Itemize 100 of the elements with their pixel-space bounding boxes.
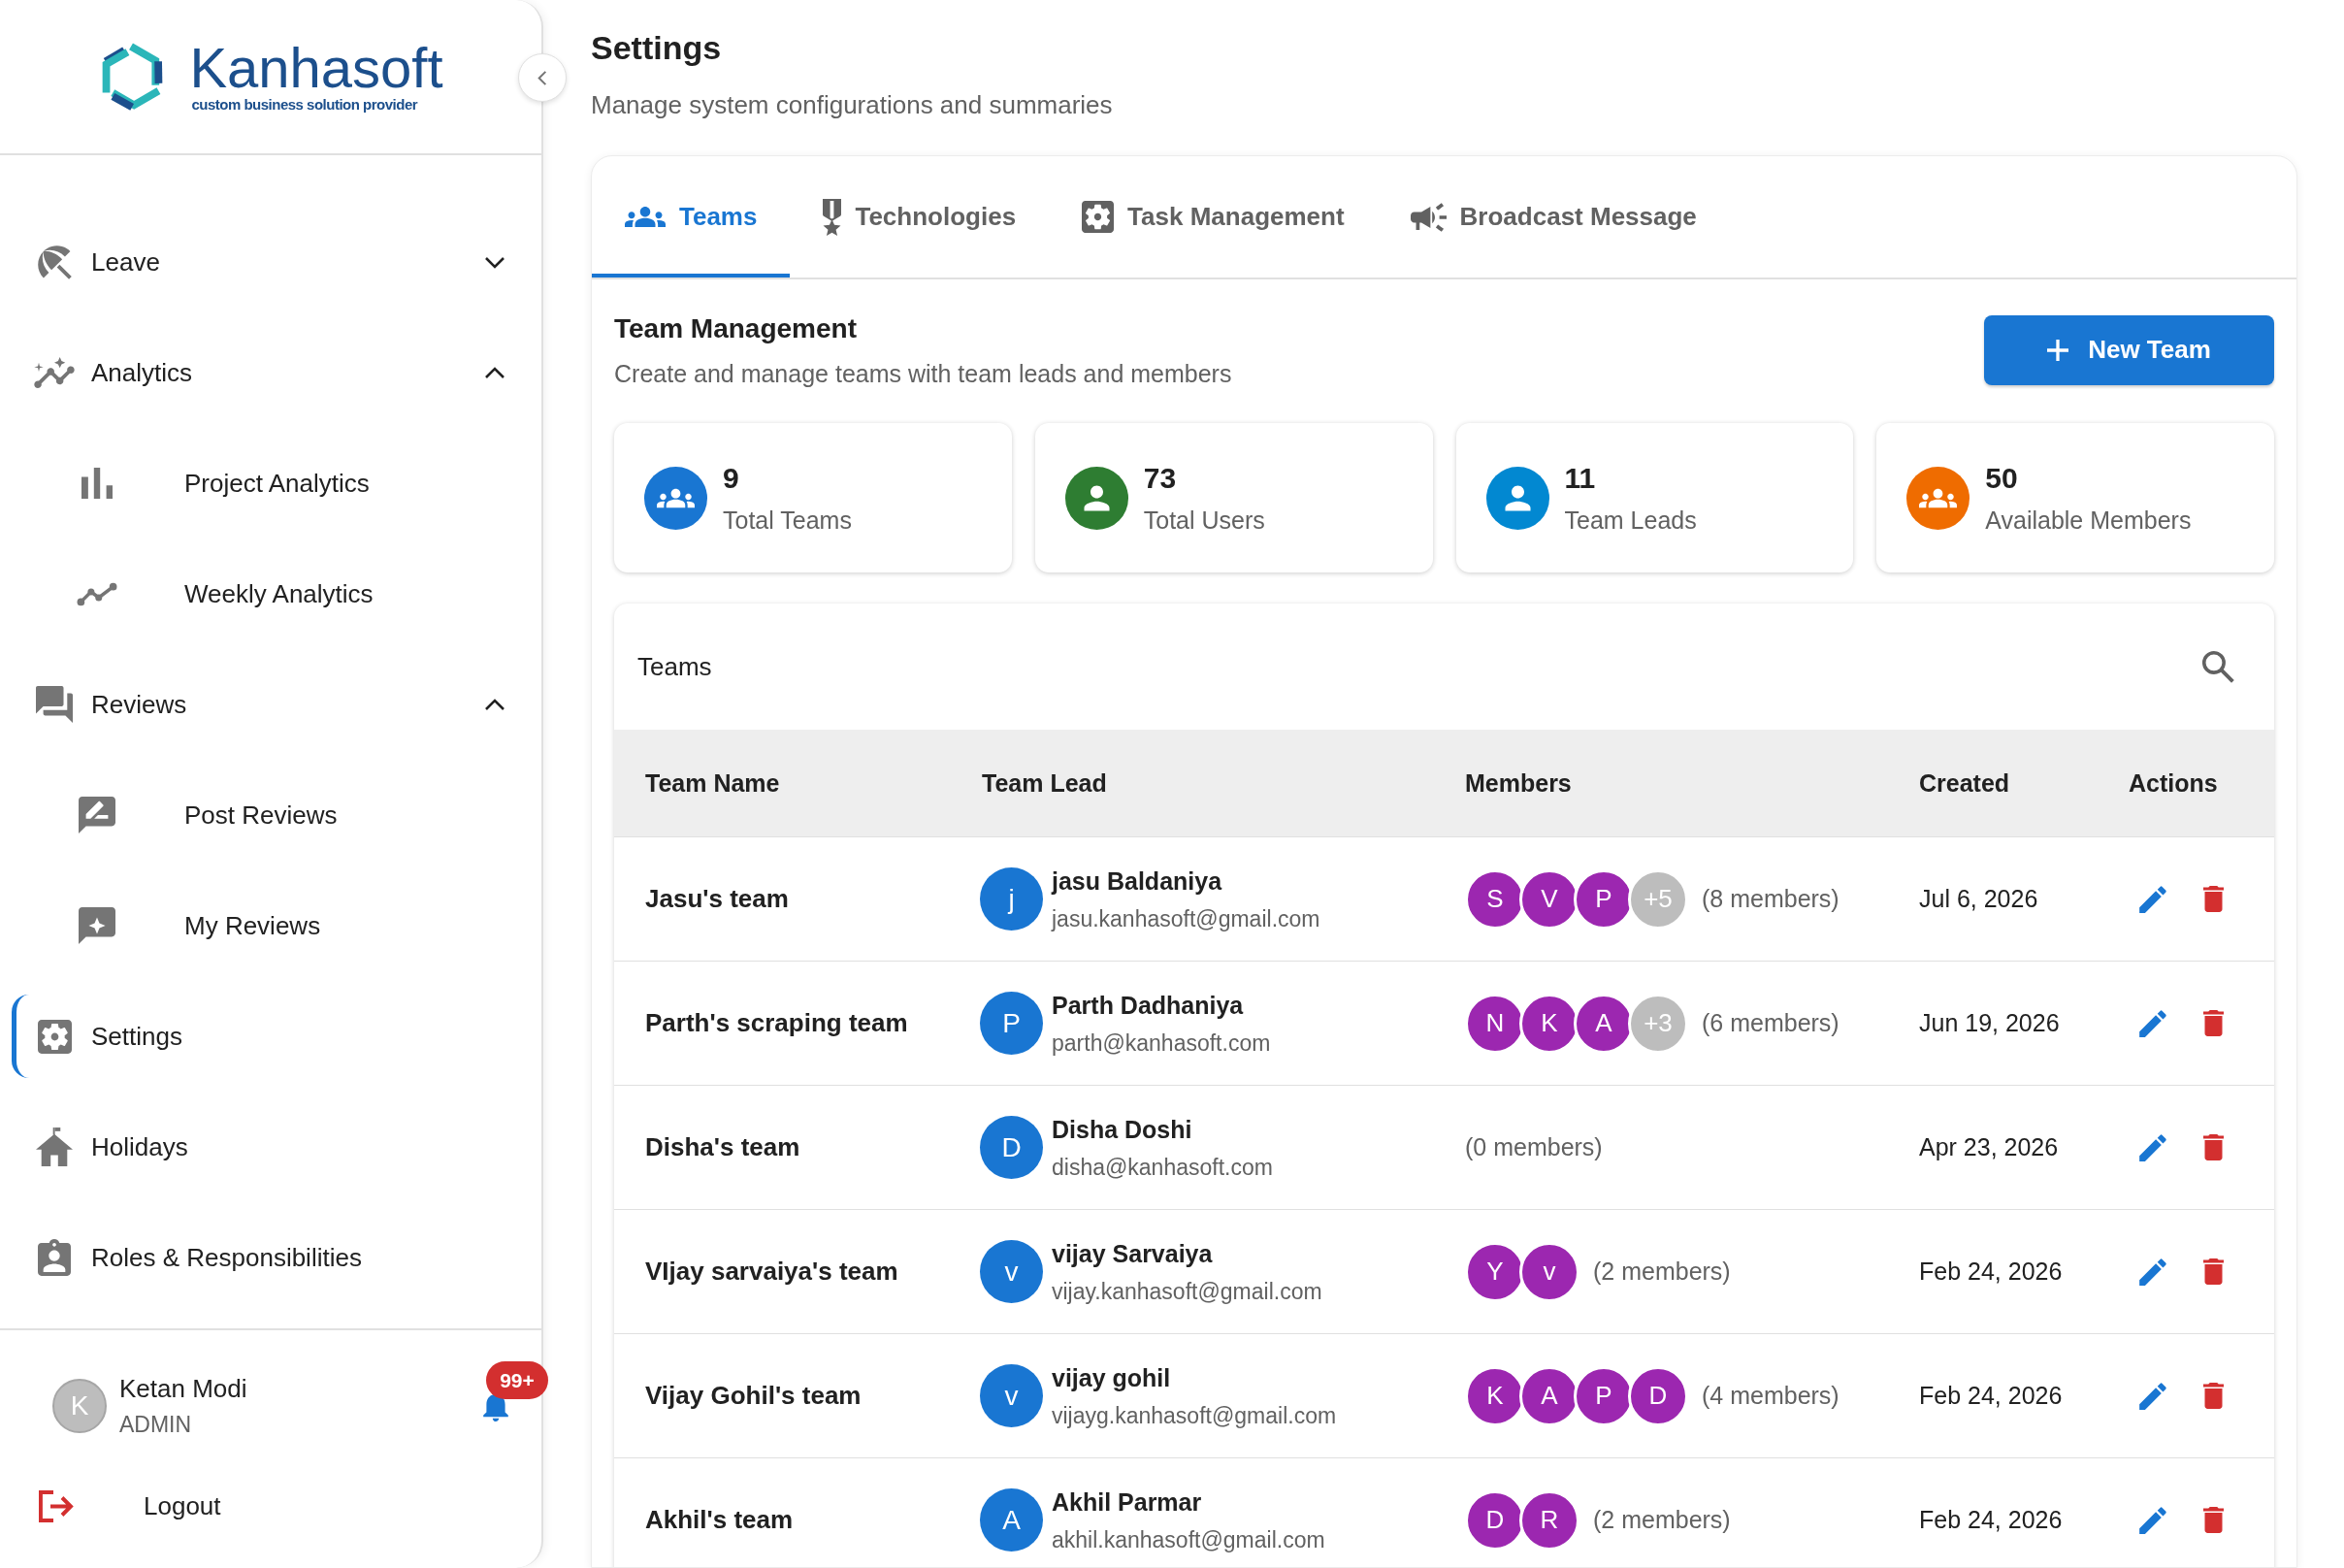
created-date: Jun 19, 2026 — [1919, 1009, 2060, 1037]
column-header: Created — [1919, 768, 2010, 798]
lead-email: vijay.kanhasoft@gmail.com — [1052, 1277, 1322, 1305]
stat-label: Team Leads — [1564, 506, 1697, 535]
stat-value: 50 — [1985, 461, 2018, 496]
stat-value: 73 — [1143, 461, 1177, 496]
pencil-icon — [2139, 1009, 2166, 1037]
trash-icon — [2202, 1010, 2224, 1036]
lead-name: vijay Sarvaiya — [1052, 1238, 1213, 1268]
lead-avatar: A — [980, 1488, 1043, 1552]
sparkle-chart-icon — [34, 357, 75, 388]
plus-icon — [2047, 339, 2069, 361]
logout-icon — [39, 1489, 74, 1522]
logout-button[interactable]: Logout — [0, 1482, 221, 1530]
column-header: Team Name — [645, 768, 780, 798]
people-icon — [625, 207, 666, 227]
pencil-icon — [2139, 885, 2166, 913]
lead-avatar: j — [980, 867, 1043, 931]
line-chart-icon — [77, 581, 117, 606]
lead-avatar: v — [980, 1364, 1043, 1427]
nav-item[interactable]: Analytics — [12, 331, 530, 414]
lead-email: parth@kanhasoft.com — [1052, 1029, 1271, 1057]
house-icon — [36, 1127, 73, 1166]
created-date: Apr 23, 2026 — [1919, 1133, 2059, 1161]
lead-name: jasu Baldaniya — [1052, 866, 1222, 896]
brand-name: Kanhasoft — [189, 40, 443, 96]
team-name: Vijay Gohil's team — [645, 1381, 862, 1411]
brand-tagline: custom business solution provider — [191, 96, 418, 114]
nav-subitem[interactable]: Post Reviews — [12, 773, 530, 857]
user-name: Ketan Modi — [119, 1373, 247, 1404]
lead-avatar: D — [980, 1116, 1043, 1179]
tab[interactable]: Task Management — [1049, 156, 1378, 278]
user-avatar: K — [52, 1379, 107, 1433]
user-role: ADMIN — [119, 1411, 193, 1439]
nav-item[interactable]: Holidays — [12, 1105, 530, 1189]
pencil-bubble-icon — [79, 797, 115, 833]
stat-label: Total Teams — [723, 506, 852, 535]
table-title: Teams — [637, 651, 712, 682]
umbrella-icon — [37, 245, 72, 279]
member-count: (8 members) — [1702, 885, 1839, 913]
column-header: Actions — [2129, 768, 2218, 798]
team-name: VIjay sarvaiya's team — [645, 1257, 898, 1287]
nav-subitem[interactable]: Weekly Analytics — [12, 552, 530, 636]
stat-label: Available Members — [1985, 506, 2192, 535]
section-title: Team Management — [614, 312, 857, 345]
lead-email: akhil.kanhasoft@gmail.com — [1052, 1525, 1325, 1553]
nav-item[interactable]: Roles & Responsibilities — [12, 1216, 530, 1299]
gear-icon — [1082, 201, 1115, 233]
nav-item[interactable]: Settings — [12, 995, 530, 1078]
team-name: Parth's scraping team — [645, 1008, 908, 1038]
member-count: (2 members) — [1593, 1506, 1731, 1534]
nav-item[interactable]: Reviews — [12, 663, 530, 746]
lead-name: Disha Doshi — [1052, 1114, 1192, 1144]
pencil-icon — [2139, 1506, 2166, 1534]
nav-subitem[interactable]: My Reviews — [12, 884, 530, 967]
pencil-icon — [2139, 1133, 2166, 1161]
tab[interactable]: Technologies — [790, 156, 1050, 278]
member-count: (4 members) — [1702, 1382, 1839, 1410]
new-team-button[interactable]: New Team — [1984, 314, 2274, 385]
gear-icon — [37, 1019, 72, 1054]
member-count: (0 members) — [1465, 1133, 1603, 1161]
lead-avatar: v — [980, 1240, 1043, 1303]
section-subtitle: Create and manage teams with team leads and members — [614, 359, 1232, 388]
nav-subitem[interactable]: Project Analytics — [12, 441, 530, 525]
tab[interactable]: Teams — [592, 156, 791, 278]
team-name: Jasu's team — [645, 884, 789, 914]
created-date: Feb 24, 2026 — [1919, 1258, 2063, 1286]
stat-value: 9 — [723, 461, 739, 496]
lead-avatar: P — [980, 992, 1043, 1055]
pencil-icon — [2139, 1258, 2166, 1286]
column-header: Team Lead — [982, 768, 1107, 798]
lead-name: Parth Dadhaniya — [1052, 990, 1244, 1020]
trash-icon — [2202, 1258, 2224, 1285]
created-date: Feb 24, 2026 — [1919, 1382, 2063, 1410]
star-bubble-icon — [79, 907, 115, 944]
trash-icon — [2202, 1134, 2224, 1160]
trash-icon — [2202, 886, 2224, 912]
created-date: Jul 6, 2026 — [1919, 885, 2038, 913]
member-count: (2 members) — [1593, 1258, 1731, 1286]
lead-email: vijayg.kanhasoft@gmail.com — [1052, 1401, 1337, 1429]
team-name: Akhil's team — [645, 1505, 794, 1535]
lead-name: vijay gohil — [1052, 1362, 1171, 1392]
megaphone-icon — [1410, 202, 1447, 232]
pencil-icon — [2139, 1382, 2166, 1410]
stat-value: 11 — [1564, 461, 1596, 496]
trash-icon — [2202, 1507, 2224, 1533]
team-name: Disha's team — [645, 1132, 800, 1162]
chat-bubbles-icon — [36, 686, 73, 723]
page-title: Settings — [591, 28, 723, 67]
lead-email: disha@kanhasoft.com — [1052, 1153, 1273, 1181]
clipboard-person-icon — [38, 1239, 71, 1276]
nav-item[interactable]: Leave — [12, 220, 530, 304]
tab[interactable]: Broadcast Message — [1377, 156, 1730, 278]
trash-icon — [2202, 1383, 2224, 1409]
notification-badge: 99+ — [486, 1361, 548, 1399]
lead-email: jasu.kanhasoft@gmail.com — [1052, 904, 1320, 932]
stat-label: Total Users — [1143, 506, 1265, 535]
page-subtitle: Manage system configurations and summaries — [591, 89, 1114, 120]
created-date: Feb 24, 2026 — [1919, 1506, 2063, 1534]
search-icon[interactable] — [2201, 650, 2234, 683]
